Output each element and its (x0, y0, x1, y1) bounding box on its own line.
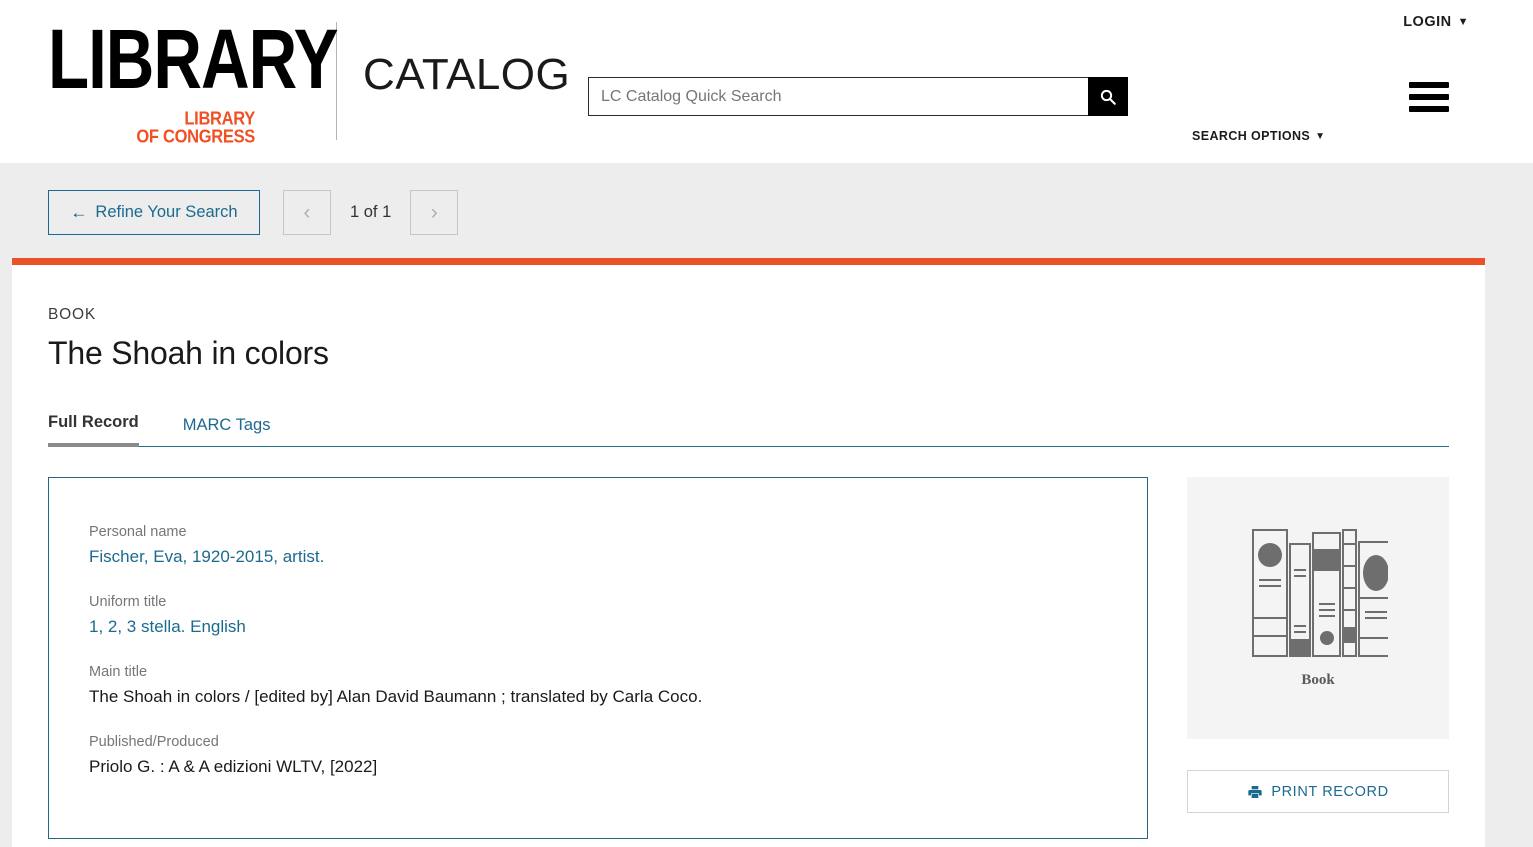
accent-rule (12, 258, 1485, 265)
next-page-button[interactable]: › (410, 190, 458, 235)
hamburger-bar (1409, 106, 1449, 112)
hamburger-bar (1409, 94, 1449, 100)
logo-subtitle-line2: OF CONGRESS (48, 128, 255, 148)
chevron-right-icon: › (431, 201, 438, 225)
record-card: BOOK The Shoah in colors Full Record MAR… (12, 258, 1485, 847)
record-details-panel: Personal name Fischer, Eva, 1920-2015, a… (48, 477, 1148, 839)
quick-search (588, 77, 1128, 116)
catalog-wordmark: CATALOG (363, 53, 570, 109)
chevron-down-icon: ▼ (1315, 131, 1325, 142)
search-options-toggle[interactable]: SEARCH OPTIONS ▼ (1192, 129, 1325, 143)
field-label: Published/Produced (89, 734, 1147, 750)
print-record-button[interactable]: PRINT RECORD (1187, 770, 1449, 813)
chevron-left-icon: ‹ (304, 201, 311, 225)
hamburger-bar (1409, 82, 1449, 88)
brand-lockup: LIBRARY LIBRARY OF CONGRESS CATALOG (48, 18, 570, 143)
arrow-left-icon: ← (70, 203, 87, 223)
field-label: Uniform title (89, 594, 1147, 610)
printer-icon (1247, 784, 1263, 800)
field-value-uniform-title[interactable]: 1, 2, 3 stella. English (89, 617, 1147, 637)
search-icon (1099, 88, 1117, 106)
pagination: ‹ 1 of 1 › (283, 190, 458, 235)
page-title: The Shoah in colors (48, 335, 1485, 372)
login-menu[interactable]: LOGIN ▼ (1403, 14, 1469, 30)
tab-marc-tags[interactable]: MARC Tags (183, 416, 271, 446)
field-label: Main title (89, 664, 1147, 680)
previous-page-button[interactable]: ‹ (283, 190, 331, 235)
search-input[interactable] (588, 77, 1088, 116)
tab-full-record[interactable]: Full Record (48, 413, 139, 447)
record-kind-label: BOOK (48, 306, 1485, 324)
login-label: LOGIN (1403, 14, 1451, 30)
record-sidebar: Book PRINT RECORD (1187, 477, 1449, 839)
hamburger-menu-icon[interactable] (1409, 82, 1449, 112)
field-value-published-produced: Priolo G. : A & A edizioni WLTV, [2022] (89, 757, 1147, 777)
logo-subtitle: LIBRARY OF CONGRESS (48, 110, 255, 145)
media-type-box: Book (1187, 477, 1449, 739)
results-toolbar: ← Refine Your Search ‹ 1 of 1 › (0, 163, 1533, 258)
field-value-personal-name[interactable]: Fischer, Eva, 1920-2015, artist. (89, 547, 1147, 567)
library-of-congress-logo[interactable]: LIBRARY LIBRARY OF CONGRESS (48, 20, 258, 142)
print-record-label: PRINT RECORD (1271, 784, 1388, 800)
books-shelf-icon (1248, 528, 1388, 658)
site-header: LIBRARY LIBRARY OF CONGRESS CATALOG LOGI… (0, 0, 1533, 163)
record-body: Personal name Fischer, Eva, 1920-2015, a… (48, 477, 1485, 839)
record-tabs: Full Record MARC Tags (48, 411, 1449, 447)
search-options-label: SEARCH OPTIONS (1192, 129, 1310, 143)
record-field: Uniform title 1, 2, 3 stella. English (89, 594, 1147, 637)
media-type-label: Book (1301, 672, 1334, 689)
logo-wordmark: LIBRARY (48, 20, 262, 98)
field-value-main-title: The Shoah in colors / [edited by] Alan D… (89, 687, 1147, 707)
record-field: Personal name Fischer, Eva, 1920-2015, a… (89, 524, 1147, 567)
refine-search-button[interactable]: ← Refine Your Search (48, 190, 260, 235)
chevron-down-icon: ▼ (1458, 16, 1469, 28)
record-field: Main title The Shoah in colors / [edited… (89, 664, 1147, 707)
refine-search-label: Refine Your Search (95, 203, 237, 222)
field-label: Personal name (89, 524, 1147, 540)
page-indicator: 1 of 1 (331, 203, 410, 222)
record-field: Published/Produced Priolo G. : A & A edi… (89, 734, 1147, 777)
search-submit-button[interactable] (1088, 77, 1128, 116)
